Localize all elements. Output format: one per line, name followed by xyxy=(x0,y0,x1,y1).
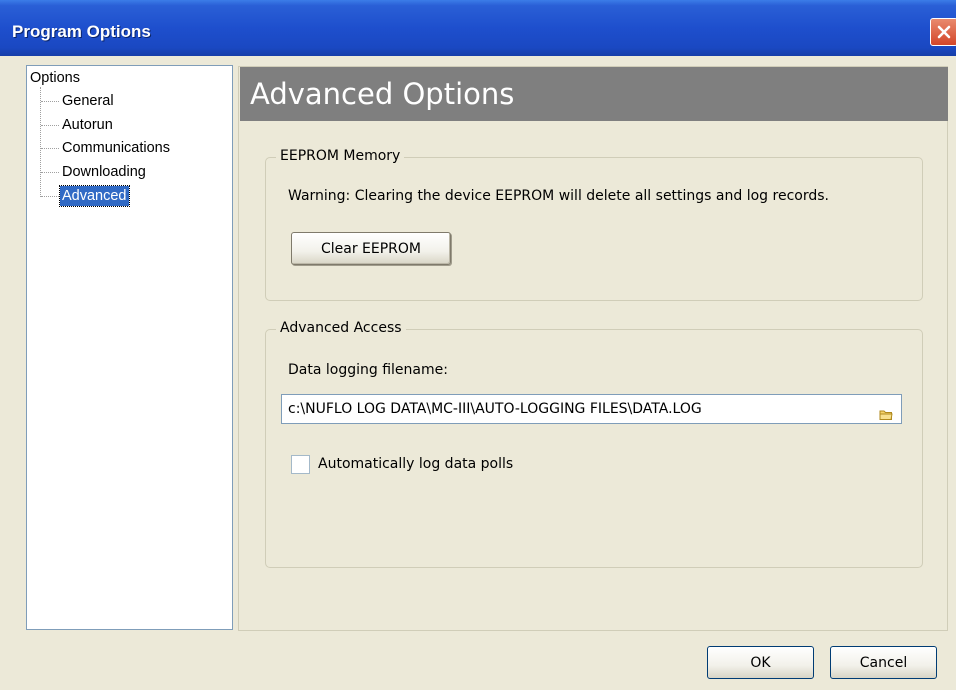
advanced-options-panel: Advanced Options EEPROM Memory Warning: … xyxy=(238,66,948,631)
clear-eeprom-button[interactable]: Clear EEPROM xyxy=(291,232,451,265)
advanced-access-group: Advanced Access Data logging filename: c… xyxy=(265,320,923,568)
tree-item-autorun[interactable]: Autorun xyxy=(60,115,115,135)
eeprom-memory-group: EEPROM Memory Warning: Clearing the devi… xyxy=(265,148,923,301)
advanced-access-group-label: Advanced Access xyxy=(276,320,406,336)
panel-title: Advanced Options xyxy=(250,77,515,111)
close-button[interactable] xyxy=(930,18,956,46)
eeprom-warning-text: Warning: Clearing the device EEPROM will… xyxy=(288,188,829,204)
tree-connector-line xyxy=(40,87,41,197)
auto-log-label[interactable]: Automatically log data polls xyxy=(318,456,513,472)
close-icon xyxy=(936,24,952,40)
eeprom-group-label: EEPROM Memory xyxy=(276,148,405,164)
tree-item-downloading[interactable]: Downloading xyxy=(60,162,148,182)
data-logging-filename-field[interactable]: c:\NUFLO LOG DATA\MC-III\AUTO-LOGGING FI… xyxy=(281,394,902,424)
data-logging-filename-label: Data logging filename: xyxy=(288,362,448,378)
dialog-client-area: Options General Autorun Communications D… xyxy=(8,56,956,690)
folder-icon[interactable] xyxy=(879,403,893,423)
panel-header: Advanced Options xyxy=(240,67,948,121)
data-logging-filename-value: c:\NUFLO LOG DATA\MC-III\AUTO-LOGGING FI… xyxy=(288,401,702,417)
tree-item-communications[interactable]: Communications xyxy=(60,138,172,158)
cancel-button[interactable]: Cancel xyxy=(830,646,937,679)
tree-root-options[interactable]: Options xyxy=(30,70,80,86)
title-bar[interactable]: Program Options xyxy=(0,0,956,56)
tree-item-general[interactable]: General xyxy=(60,91,116,111)
tree-item-advanced[interactable]: Advanced xyxy=(59,185,130,207)
options-tree[interactable]: Options General Autorun Communications D… xyxy=(26,65,233,630)
ok-button[interactable]: OK xyxy=(707,646,814,679)
window-title: Program Options xyxy=(12,22,151,41)
program-options-dialog: Program Options Options General Autorun … xyxy=(0,0,956,690)
auto-log-checkbox[interactable] xyxy=(291,455,310,474)
